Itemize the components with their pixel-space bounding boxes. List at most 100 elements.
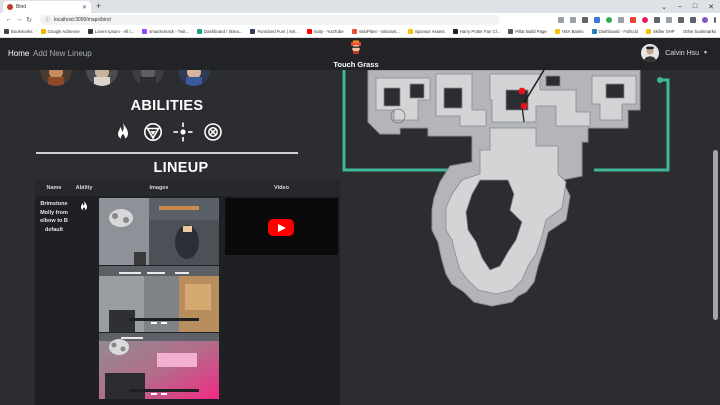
bookmark-label: FunSized Funt | Sel... bbox=[257, 29, 299, 34]
nav-home-link[interactable]: Home bbox=[8, 49, 29, 58]
stim-beacon-icon[interactable] bbox=[143, 122, 163, 142]
tab-title: Bind bbox=[16, 4, 27, 10]
ability-icons bbox=[113, 122, 223, 142]
browser-tab[interactable]: Bind ✕ bbox=[3, 1, 91, 13]
column-header-video: Video bbox=[274, 185, 289, 191]
brand[interactable]: Touch Grass bbox=[330, 40, 382, 69]
bookmark-item[interactable]: ValoPlant - Valorant... bbox=[351, 29, 400, 34]
close-window-icon[interactable]: ✕ bbox=[708, 3, 714, 11]
extension-icon[interactable] bbox=[630, 16, 636, 23]
info-icon[interactable]: ⓘ bbox=[45, 16, 50, 23]
tab-favicon-icon bbox=[7, 4, 13, 10]
address-bar[interactable]: ⓘ localhost:3000/maps/bind bbox=[40, 14, 500, 25]
share-icon[interactable] bbox=[558, 16, 564, 23]
abilities-heading: ABILITIES bbox=[130, 98, 204, 114]
scrollbar-thumb[interactable] bbox=[713, 150, 718, 320]
bookmark-item[interactable]: Dashboard / Strea... bbox=[196, 29, 242, 34]
user-name[interactable]: Calvin Hsu bbox=[665, 50, 699, 57]
maximize-icon[interactable]: □ bbox=[693, 3, 697, 10]
brand-logo-icon bbox=[351, 40, 361, 54]
bookmark-item[interactable]: nutty - YouTube bbox=[306, 29, 344, 34]
bookmark-favicon-icon bbox=[452, 29, 458, 34]
youtube-play-icon[interactable] bbox=[268, 219, 294, 236]
bookmark-item[interactable]: HSA Banks bbox=[554, 29, 584, 34]
bookmark-favicon-icon bbox=[508, 29, 514, 34]
bookmark-favicon-icon bbox=[4, 29, 9, 34]
youtube-video[interactable] bbox=[225, 198, 338, 255]
table-header: Name Ability Images Video bbox=[35, 180, 340, 196]
bookmark-item[interactable]: Harry Potter Fan Cl... bbox=[452, 29, 500, 34]
bookmark-label: HSA Banks bbox=[561, 29, 584, 34]
window-controls: ⌄ – □ ✕ bbox=[661, 0, 714, 13]
agent-portrait[interactable] bbox=[178, 70, 210, 86]
extension-icon[interactable] bbox=[654, 16, 660, 23]
bookmark-label: Dashboard - Fullscid bbox=[598, 29, 638, 34]
forward-icon[interactable]: → bbox=[14, 16, 24, 23]
bookmark-favicon-icon bbox=[40, 29, 46, 34]
lineup-marker[interactable] bbox=[520, 102, 528, 110]
bookmark-item[interactable]: Dashboard - Fullscid bbox=[591, 29, 638, 34]
flame-icon bbox=[81, 200, 87, 211]
bind-map[interactable] bbox=[340, 70, 680, 320]
lineup-table: Name Ability Images Video Brimstone Moll… bbox=[35, 180, 340, 405]
flame-icon[interactable] bbox=[113, 122, 133, 142]
bookmark-item[interactable]: Pillar Build Page bbox=[508, 29, 547, 34]
bookmark-item[interactable]: Sponsor Assets bbox=[407, 29, 445, 34]
bookmark-label: Pillar Build Page bbox=[515, 29, 547, 34]
brand-name: Touch Grass bbox=[333, 60, 379, 69]
column-header-images: Images bbox=[149, 185, 169, 191]
star-icon[interactable] bbox=[570, 16, 576, 23]
lineup-name: Brimstone Molly from elbow to B default bbox=[40, 201, 68, 233]
bookmark-favicon-icon bbox=[554, 29, 560, 34]
column-header-ability: Ability bbox=[75, 185, 93, 191]
bookmark-favicon-icon bbox=[142, 29, 148, 34]
bookmark-label: Bookmarks bbox=[11, 29, 33, 34]
user-menu[interactable]: Calvin Hsu ▼ bbox=[641, 44, 708, 62]
menu-icon[interactable] bbox=[714, 16, 716, 23]
extension-icon[interactable] bbox=[582, 16, 588, 23]
minimize-icon[interactable]: – bbox=[678, 3, 682, 10]
other-bookmarks[interactable]: Other bookmarks bbox=[683, 29, 716, 34]
bookmark-item[interactable]: Bookmarks bbox=[4, 29, 33, 34]
reload-icon[interactable]: ↻ bbox=[24, 16, 34, 24]
extension-icon[interactable] bbox=[594, 16, 600, 23]
caret-down-icon[interactable]: ▼ bbox=[703, 50, 708, 56]
lineup-image[interactable] bbox=[99, 266, 219, 332]
app-navbar: Home Add New Lineup Touch Grass Calvin H… bbox=[0, 38, 720, 70]
lineup-marker[interactable] bbox=[518, 87, 526, 95]
avatar[interactable] bbox=[641, 44, 660, 62]
bookmark-favicon-icon bbox=[351, 29, 357, 34]
profile-icon[interactable] bbox=[702, 16, 708, 23]
extension-icon[interactable] bbox=[618, 16, 624, 23]
bookmark-item[interactable]: smacksmack - Twit... bbox=[142, 29, 189, 34]
section-divider bbox=[36, 152, 298, 154]
extension-icon[interactable] bbox=[642, 16, 648, 23]
chevron-down-icon[interactable]: ⌄ bbox=[661, 3, 667, 11]
new-tab-icon[interactable]: + bbox=[96, 1, 101, 12]
bookmark-favicon-icon bbox=[87, 29, 93, 34]
bookmark-item[interactable]: FunSized Funt | Sel... bbox=[250, 29, 299, 34]
lineup-image[interactable] bbox=[99, 333, 219, 399]
bookmark-item[interactable]: Skiller SHP bbox=[645, 29, 675, 34]
browser-toolbar: ← → ↻ ⓘ localhost:3000/maps/bind bbox=[0, 13, 720, 26]
puzzle-icon[interactable] bbox=[678, 16, 684, 23]
back-icon[interactable]: ← bbox=[4, 16, 14, 23]
sky-smoke-icon[interactable] bbox=[173, 122, 193, 142]
bookmark-item[interactable]: Lorem Ipsum - All t... bbox=[87, 29, 134, 34]
bookmark-item[interactable]: Google AdSense bbox=[40, 29, 80, 34]
bookmark-favicon-icon bbox=[196, 29, 202, 34]
bookmark-favicon-icon bbox=[407, 29, 413, 34]
extension-icon[interactable] bbox=[666, 16, 672, 23]
extension-icons bbox=[558, 16, 716, 23]
browser-tabstrip: Bind ✕ + ⌄ – □ ✕ bbox=[0, 0, 720, 13]
extension-icon[interactable] bbox=[606, 16, 612, 23]
bookmark-label: nutty - YouTube bbox=[313, 29, 344, 34]
agent-portrait[interactable] bbox=[132, 70, 164, 86]
close-tab-icon[interactable]: ✕ bbox=[82, 4, 87, 11]
lineup-image[interactable] bbox=[99, 198, 219, 265]
agent-portrait[interactable] bbox=[86, 70, 118, 86]
nav-add-lineup-link[interactable]: Add New Lineup bbox=[33, 49, 92, 58]
sidebar-icon[interactable] bbox=[690, 16, 696, 23]
orbital-strike-icon[interactable] bbox=[203, 122, 223, 142]
agent-portrait[interactable] bbox=[40, 70, 72, 86]
